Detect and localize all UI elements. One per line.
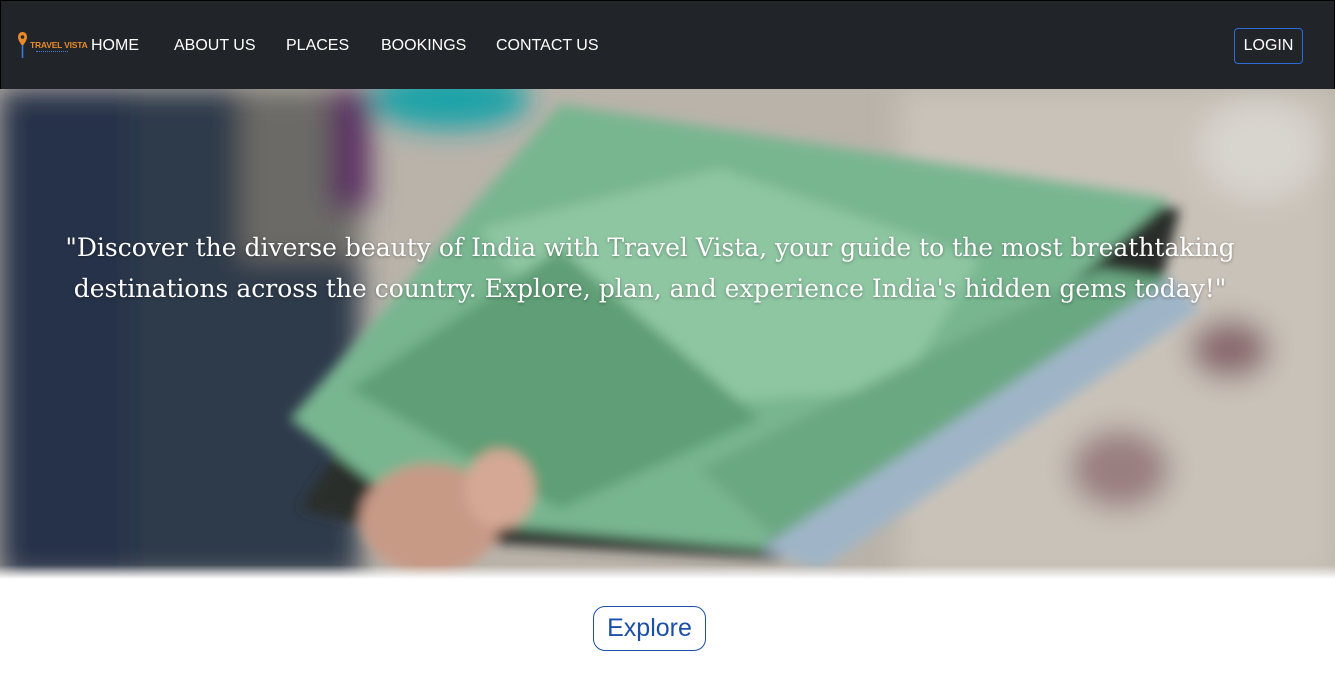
hero-quote: "Discover the diverse beauty of India wi… [65,233,1235,303]
hero-background-image [0,89,1335,579]
nav-link-home[interactable]: HOME [91,36,139,56]
nav-link-about-us[interactable]: ABOUT US [174,36,256,56]
logo-text: TRAVEL VISTA [30,40,88,50]
nav-link-contact-us[interactable]: CONTACT US [496,36,599,56]
login-button[interactable]: LOGIN [1234,28,1303,64]
hero-banner: "Discover the diverse beauty of India wi… [0,89,1335,579]
top-navbar: TRAVEL VISTA HOME ABOUT US PLACES BOOKIN… [0,0,1335,89]
map-pin-icon [18,32,27,58]
hero-bottom-fade [0,565,1335,579]
nav-link-places[interactable]: PLACES [286,36,349,56]
travel-vista-logo[interactable]: TRAVEL VISTA [18,31,88,61]
nav-link-bookings[interactable]: BOOKINGS [381,36,466,56]
explore-button[interactable]: Explore [593,606,706,651]
logo-tagline-mark [36,51,68,55]
